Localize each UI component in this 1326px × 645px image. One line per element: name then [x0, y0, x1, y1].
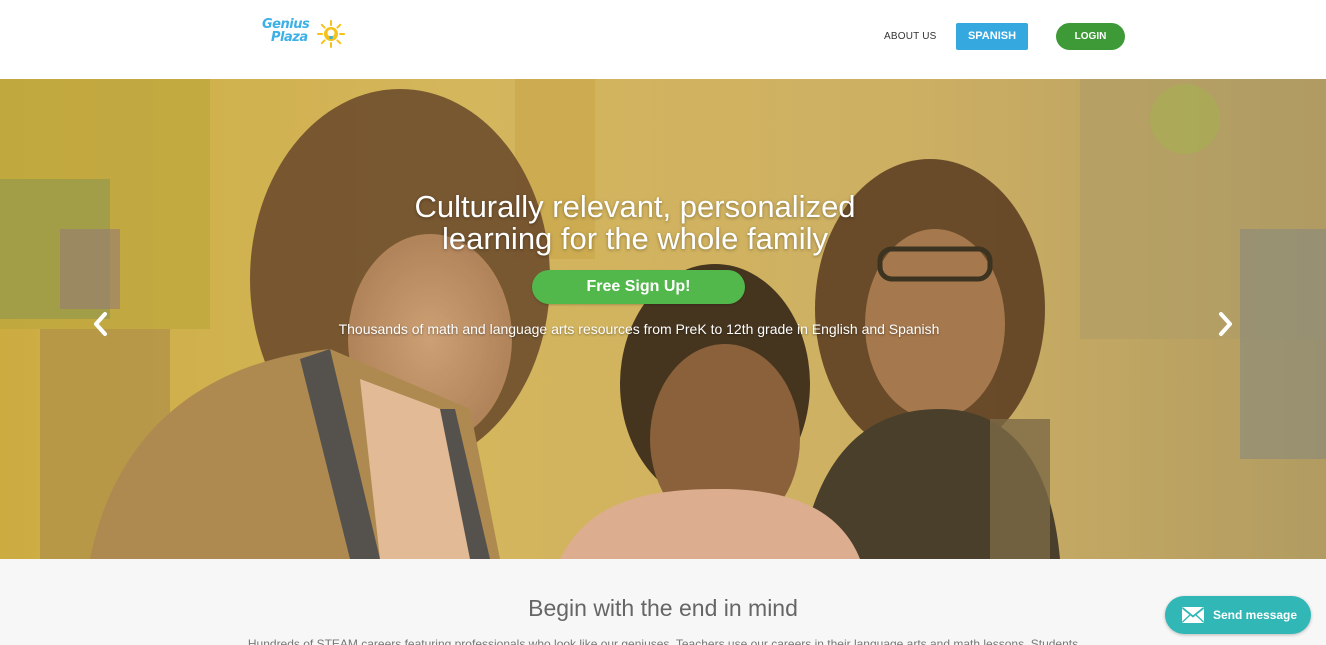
- free-sign-up-button[interactable]: Free Sign Up!: [532, 270, 745, 304]
- careers-section: Begin with the end in mind Hundreds of S…: [0, 559, 1326, 645]
- lightbulb-sun-icon: [317, 20, 345, 48]
- chevron-left-icon[interactable]: [89, 311, 113, 337]
- nav-about-us-link[interactable]: ABOUT US: [884, 30, 937, 44]
- hero-headline-line1: Culturally relevant, personalized: [414, 189, 856, 224]
- chevron-right-icon[interactable]: [1213, 311, 1237, 337]
- hero-headline: Culturally relevant, personalized learni…: [0, 191, 1270, 255]
- envelope-icon: [1181, 607, 1205, 623]
- section-title: Begin with the end in mind: [528, 595, 798, 621]
- genius-plaza-logo[interactable]: Genius Plaza: [262, 18, 346, 52]
- hero-headline-line2: learning for the whole family: [442, 221, 828, 256]
- hero-carousel: Culturally relevant, personalized learni…: [0, 79, 1326, 559]
- hero-photo-background: [0, 79, 1326, 559]
- spanish-language-button[interactable]: SPANISH: [956, 23, 1028, 50]
- section-body-text: Hundreds of STEAM careers featuring prof…: [247, 637, 1079, 645]
- hero-subtitle: Thousands of math and language arts reso…: [338, 321, 940, 337]
- send-message-label: Send message: [1213, 608, 1298, 622]
- logo-line2: Plaza: [271, 30, 308, 45]
- logo-wordmark: Genius Plaza: [262, 18, 310, 45]
- site-header: Genius Plaza ABOUT US SPANISH LOGIN: [0, 0, 1326, 79]
- login-button[interactable]: LOGIN: [1056, 23, 1125, 50]
- send-message-button[interactable]: Send message: [1165, 596, 1311, 634]
